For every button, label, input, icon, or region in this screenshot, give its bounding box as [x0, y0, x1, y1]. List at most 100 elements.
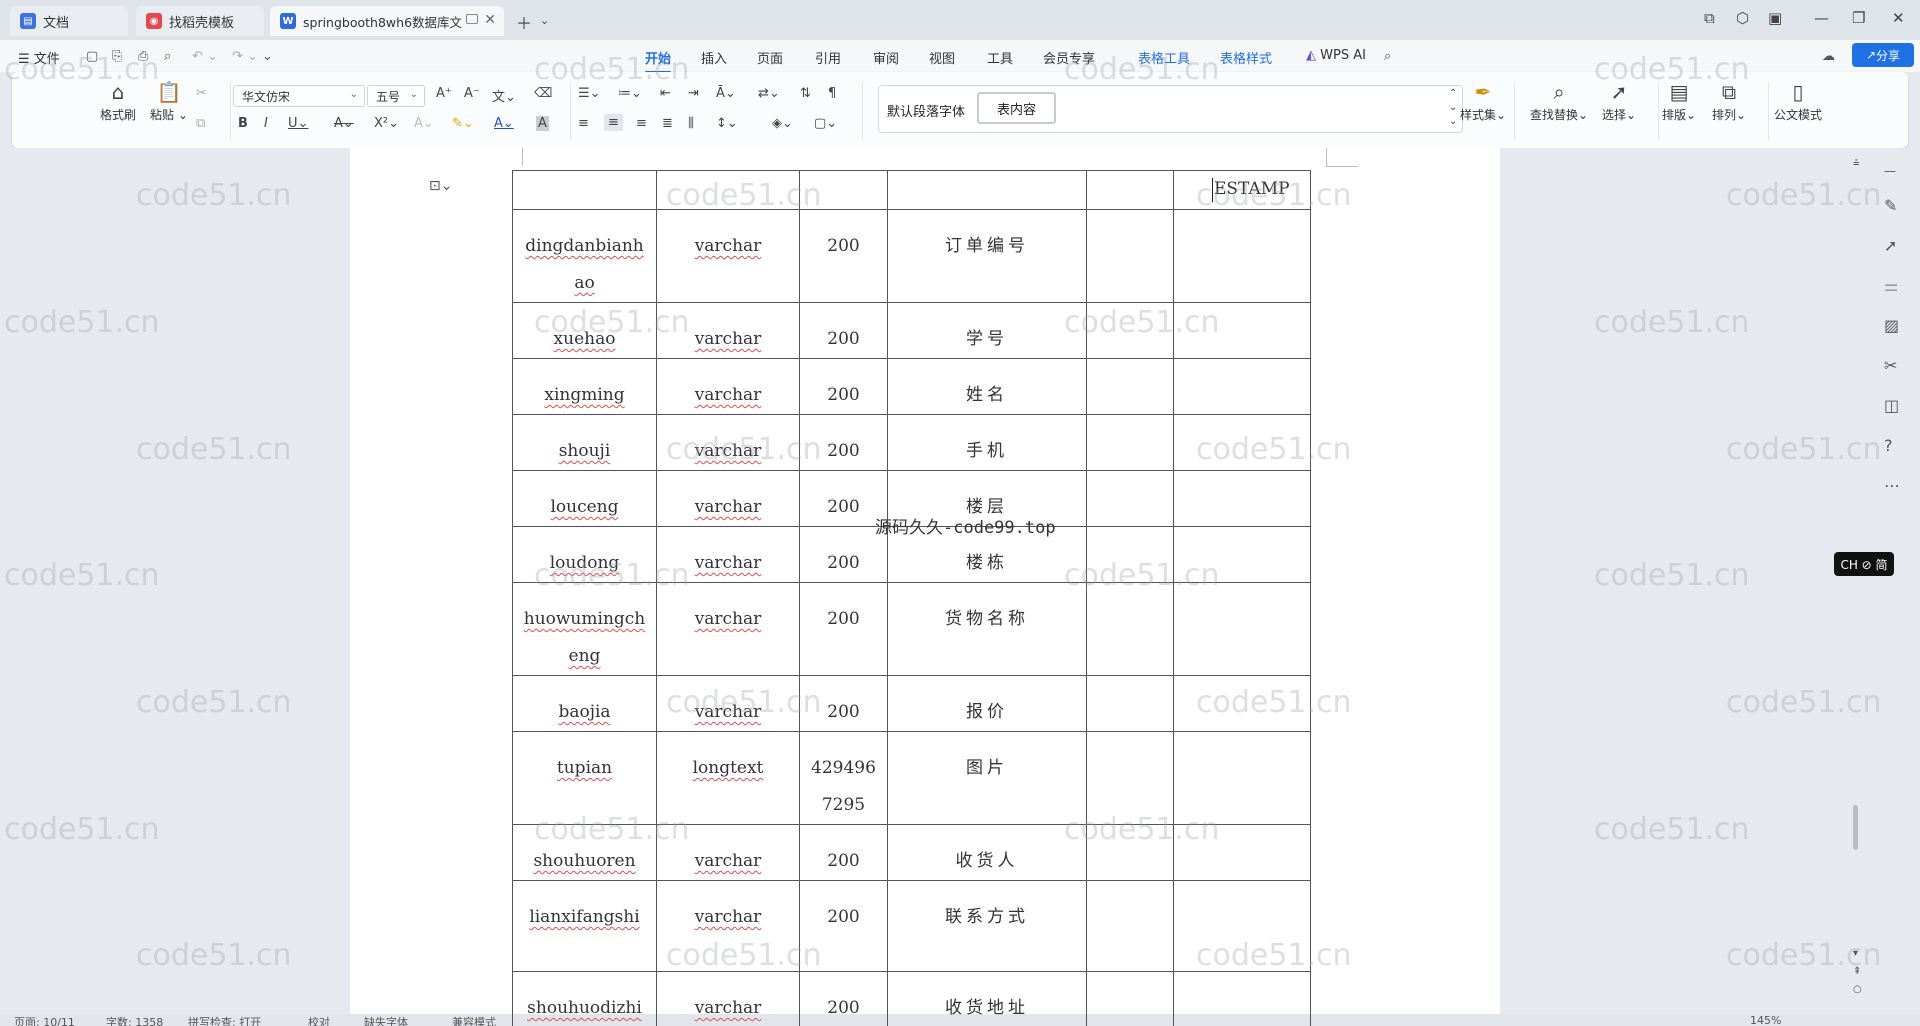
- table-cell[interactable]: [1173, 582, 1311, 676]
- field-comment-cell[interactable]: 收货人: [887, 824, 1087, 881]
- field-type-cell[interactable]: varchar: [656, 470, 800, 527]
- paste-button[interactable]: 📋 粘贴 ⌄: [150, 80, 188, 123]
- new-tab-button[interactable]: ＋: [516, 10, 532, 34]
- char-shading-icon[interactable]: A: [536, 116, 549, 131]
- pen-icon[interactable]: ✎: [1884, 196, 1897, 215]
- field-name-cell[interactable]: baojia: [512, 675, 657, 732]
- shading-icon[interactable]: ◈⌄: [772, 116, 793, 131]
- table-cell[interactable]: [1086, 971, 1174, 1026]
- field-type-cell[interactable]: varchar: [656, 209, 800, 303]
- field-name-cell[interactable]: louceng: [512, 470, 657, 527]
- status-spellcheck[interactable]: 拼写检查: 打开: [188, 1014, 261, 1026]
- status-proof[interactable]: 校对: [308, 1014, 330, 1026]
- borders-icon[interactable]: ▢⌄: [814, 116, 837, 131]
- tab-document-active[interactable]: W springbooth8wh6数据库文 ✕: [270, 6, 504, 36]
- field-type-cell[interactable]: varchar: [656, 971, 800, 1026]
- field-comment-cell[interactable]: 手机: [887, 414, 1087, 471]
- table-cell[interactable]: [512, 170, 657, 210]
- table-cell[interactable]: [1173, 880, 1311, 972]
- official-doc-mode-button[interactable]: ▯ 公文模式: [1774, 80, 1822, 123]
- increase-font-icon[interactable]: A⁺: [436, 86, 452, 101]
- phonetic-guide-icon[interactable]: 文⌄: [492, 86, 516, 105]
- show-marks-icon[interactable]: ¶: [828, 86, 836, 101]
- ime-indicator[interactable]: CH ⊘ 简: [1834, 552, 1894, 576]
- styles-set-button[interactable]: ✒ 样式集⌄: [1460, 80, 1506, 123]
- field-type-cell[interactable]: varchar: [656, 582, 800, 676]
- table-cell[interactable]: [1173, 470, 1311, 527]
- field-name-cell[interactable]: tupian: [512, 731, 657, 825]
- field-type-cell[interactable]: longtext: [656, 731, 800, 825]
- minimize-tab-icon[interactable]: [466, 14, 478, 24]
- status-words[interactable]: 字数: 1358: [106, 1014, 163, 1026]
- table-cell[interactable]: [1086, 880, 1174, 972]
- undo-icon[interactable]: ↶ ⌄: [192, 49, 218, 64]
- table-cell[interactable]: [1173, 302, 1311, 359]
- scroll-down-icon[interactable]: ▾: [1853, 948, 1858, 959]
- field-name-cell[interactable]: huowumingcheng: [512, 582, 657, 676]
- file-menu[interactable]: ☰ 文件: [18, 48, 60, 67]
- tools-icon[interactable]: ✂: [1884, 356, 1897, 375]
- save-icon[interactable]: ▢: [86, 49, 98, 64]
- underline-icon[interactable]: U⌄: [288, 116, 308, 131]
- arrange-button[interactable]: ⧉ 排列⌄: [1712, 80, 1746, 123]
- tab-list-chevron-icon[interactable]: ⌄: [540, 14, 549, 27]
- text-direction-icon[interactable]: Ā⌄: [716, 86, 736, 101]
- field-comment-cell[interactable]: 联系方式: [887, 880, 1087, 972]
- text-effect-icon[interactable]: A⌄: [414, 116, 434, 131]
- table-cell[interactable]: [1173, 358, 1311, 415]
- layout-button[interactable]: ▤ 排版⌄: [1662, 80, 1696, 123]
- table-cell[interactable]: [656, 170, 800, 210]
- quick-access-more-icon[interactable]: ⌄: [262, 49, 273, 64]
- decrease-font-icon[interactable]: A⁻: [464, 86, 480, 101]
- style-expand-icon[interactable]: ⌄: [1449, 116, 1457, 127]
- field-length-cell[interactable]: 200: [799, 880, 888, 972]
- field-comment-cell[interactable]: 学号: [887, 302, 1087, 359]
- field-name-cell[interactable]: shouhuoren: [512, 824, 657, 881]
- menu-reference[interactable]: 引用: [815, 48, 841, 67]
- field-length-cell[interactable]: 4294967295: [799, 731, 888, 825]
- distribute-icon[interactable]: ⫼: [688, 116, 694, 131]
- field-name-cell[interactable]: shouji: [512, 414, 657, 471]
- menu-start[interactable]: 开始: [645, 48, 672, 73]
- maximize-window-icon[interactable]: ❐: [1852, 9, 1865, 27]
- menu-review[interactable]: 审阅: [873, 48, 899, 67]
- share-button[interactable]: ↗ 分享: [1852, 43, 1914, 67]
- status-missing-font[interactable]: 缺失字体: [364, 1014, 408, 1026]
- strikethrough-icon[interactable]: A⌄: [334, 116, 354, 131]
- menu-table-tools[interactable]: 表格工具: [1138, 48, 1190, 67]
- field-name-cell[interactable]: lianxifangshi: [512, 880, 657, 972]
- align-left-icon[interactable]: ≡: [578, 116, 589, 131]
- vertical-scrollbar-thumb[interactable]: [1853, 805, 1858, 850]
- align-center-icon[interactable]: ≡: [604, 114, 623, 131]
- field-name-cell[interactable]: dingdanbianhao: [512, 209, 657, 303]
- field-length-cell[interactable]: 200: [799, 675, 888, 732]
- search-icon[interactable]: ⌕: [1384, 49, 1391, 64]
- table-cell[interactable]: [1086, 731, 1174, 825]
- find-replace-button[interactable]: ⌕ 查找替换⌄: [1530, 80, 1588, 123]
- field-length-cell[interactable]: 200: [799, 824, 888, 881]
- table-cell[interactable]: [799, 170, 888, 210]
- align-right-icon[interactable]: ≡: [636, 116, 647, 131]
- table-cell[interactable]: ESTAMP: [1173, 170, 1311, 210]
- table-cell[interactable]: [1173, 731, 1311, 825]
- cloud-upload-icon[interactable]: ☁: [1822, 49, 1835, 64]
- menu-member[interactable]: 会员专享: [1043, 48, 1095, 67]
- table-cell[interactable]: [1086, 209, 1174, 303]
- close-window-icon[interactable]: ✕: [1892, 9, 1905, 27]
- italic-icon[interactable]: I: [264, 116, 268, 131]
- field-name-cell[interactable]: shouhuodizhi: [512, 971, 657, 1026]
- field-table[interactable]: ESTAMP dingdanbianhao varchar 200 订单编号 x…: [512, 170, 1311, 1026]
- field-comment-cell[interactable]: 报价: [887, 675, 1087, 732]
- redo-icon[interactable]: ↷ ⌄: [232, 49, 258, 64]
- print-icon[interactable]: ⎙: [138, 49, 148, 64]
- prev-page-icon[interactable]: ⇞: [1853, 966, 1861, 977]
- avatar-icon[interactable]: ▣: [1768, 9, 1782, 27]
- font-name-select[interactable]: 华文仿宋 ⌄: [233, 85, 365, 107]
- cut-icon[interactable]: ✂: [196, 86, 207, 101]
- menu-view[interactable]: 视图: [929, 48, 955, 67]
- minimize-window-icon[interactable]: —: [1814, 9, 1829, 27]
- table-cell[interactable]: [1086, 675, 1174, 732]
- field-comment-cell[interactable]: 收货地址: [887, 971, 1087, 1026]
- table-cell[interactable]: [1173, 971, 1311, 1026]
- table-cell[interactable]: [1173, 824, 1311, 881]
